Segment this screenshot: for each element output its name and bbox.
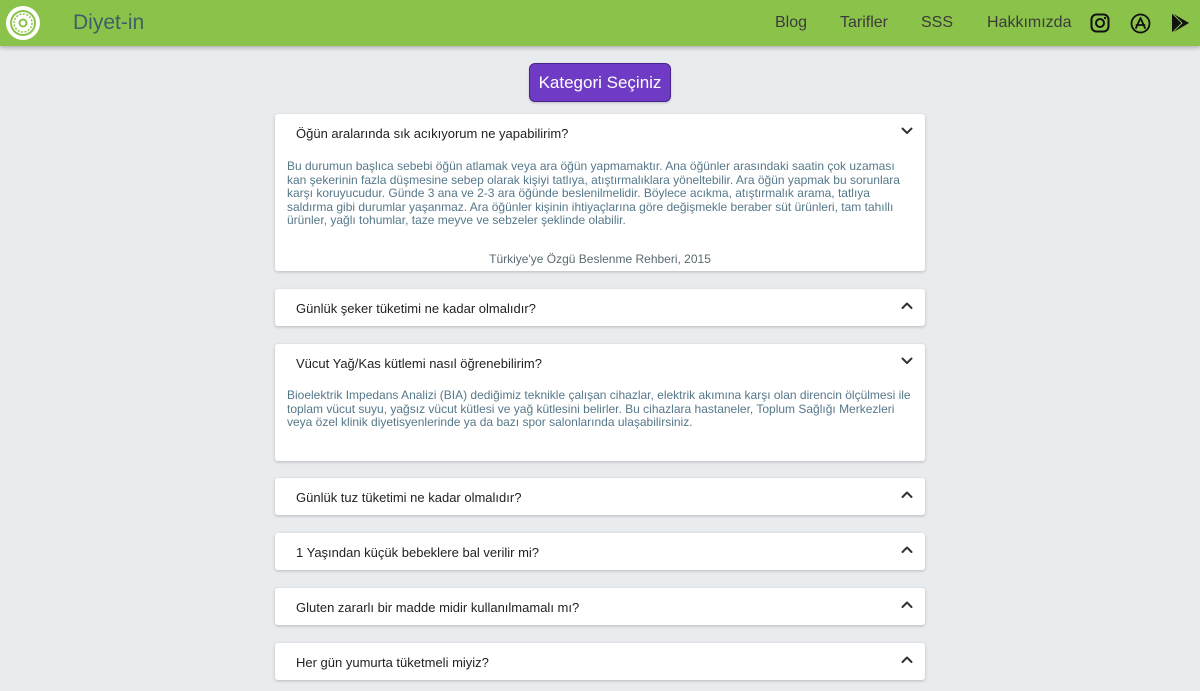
faq-item: Öğün aralarında sık acıkıyorum ne yapabi… — [275, 114, 925, 271]
faq-item: 1 Yaşından küçük bebeklere bal verilir m… — [275, 533, 925, 570]
chevron-down-icon[interactable] — [900, 354, 914, 368]
faq-item: Her gün yumurta tüketmeli miyiz? — [275, 643, 925, 680]
nav-link-blog[interactable]: Blog — [775, 14, 807, 32]
faq-question[interactable]: Her gün yumurta tüketmeli miyiz? — [296, 655, 489, 670]
top-navbar: Diyet-in Blog Tarifler SSS Hakkımızda — [0, 0, 1200, 46]
nav-link-sss[interactable]: SSS — [921, 14, 953, 32]
faq-item: Günlük tuz tüketimi ne kadar olmalıdır? — [275, 478, 925, 515]
chevron-up-icon[interactable] — [900, 488, 914, 502]
faq-question[interactable]: 1 Yaşından küçük bebeklere bal verilir m… — [296, 545, 539, 560]
app-store-icon[interactable] — [1129, 12, 1151, 34]
nav-link-hakkimizda[interactable]: Hakkımızda — [987, 14, 1071, 32]
chevron-down-icon[interactable] — [900, 124, 914, 138]
google-play-icon[interactable] — [1169, 12, 1191, 34]
chevron-up-icon[interactable] — [900, 598, 914, 612]
chevron-up-icon[interactable] — [900, 543, 914, 557]
faq-source: Türkiye'ye Özgü Beslenme Rehberi, 2015 — [489, 252, 711, 266]
category-select-button[interactable]: Kategori Seçiniz — [529, 63, 671, 102]
faq-item: Gluten zararlı bir madde midir kullanılm… — [275, 588, 925, 625]
chevron-up-icon[interactable] — [900, 653, 914, 667]
faq-question[interactable]: Gluten zararlı bir madde midir kullanılm… — [296, 600, 579, 615]
faq-answer: Bioelektrik Impedans Analizi (BIA) dediğ… — [287, 388, 911, 429]
chevron-up-icon[interactable] — [900, 299, 914, 313]
faq-item: Vücut Yağ/Kas kütlemi nasıl öğrenebiliri… — [275, 344, 925, 461]
nav-link-tarifler[interactable]: Tarifler — [840, 14, 888, 32]
faq-item: Günlük şeker tüketimi ne kadar olmalıdır… — [275, 289, 925, 326]
faq-question[interactable]: Günlük şeker tüketimi ne kadar olmalıdır… — [296, 301, 536, 316]
faq-question[interactable]: Öğün aralarında sık acıkıyorum ne yapabi… — [296, 126, 568, 141]
logo-icon[interactable] — [6, 6, 40, 40]
faq-question[interactable]: Günlük tuz tüketimi ne kadar olmalıdır? — [296, 490, 521, 505]
brand-title[interactable]: Diyet-in — [73, 11, 144, 35]
faq-answer: Bu durumun başlıca sebebi öğün atlamak v… — [287, 159, 900, 227]
instagram-icon[interactable] — [1089, 12, 1111, 34]
faq-question[interactable]: Vücut Yağ/Kas kütlemi nasıl öğrenebiliri… — [296, 356, 542, 371]
